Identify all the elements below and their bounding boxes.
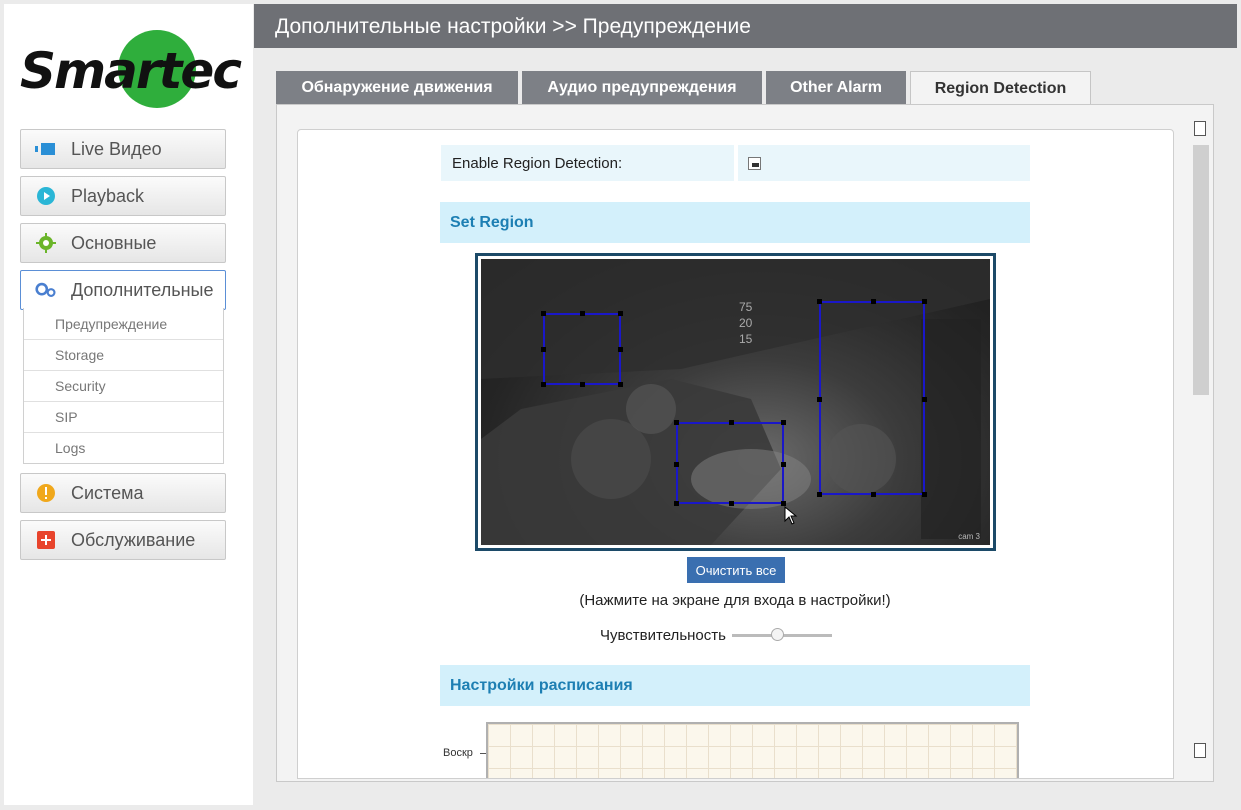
enable-region-checkbox[interactable] [748, 156, 761, 170]
tab-panel: Enable Region Detection: Set Region cam [276, 104, 1214, 782]
nav-maintenance[interactable]: Обслуживание [20, 520, 226, 560]
advanced-submenu: Предупреждение Storage Security SIP Logs [23, 308, 224, 464]
nav-label: Live Видео [71, 138, 162, 159]
schedule-day-label: Воскр [443, 747, 473, 759]
play-icon [35, 185, 57, 207]
enable-region-cell [738, 145, 1030, 181]
tab-region-detection[interactable]: Region Detection [910, 71, 1091, 106]
enable-region-label: Enable Region Detection: [441, 145, 734, 181]
scroll-down-button[interactable] [1194, 743, 1206, 758]
region-hint: (Нажмите на экране для входа в настройки… [579, 592, 891, 609]
nav-label: Основные [71, 232, 157, 253]
camera-label: cam 3 [958, 532, 980, 541]
detection-region-3[interactable] [674, 420, 786, 506]
sensitivity-slider-handle[interactable] [770, 628, 784, 641]
tab-audio-alarm[interactable]: Аудио предупреждения [522, 71, 762, 105]
scroll-thumb[interactable] [1193, 145, 1209, 395]
nav-system[interactable]: Система [20, 473, 226, 513]
nav-label: Обслуживание [71, 529, 196, 550]
panel-scrollbar[interactable] [1190, 115, 1210, 775]
schedule-grid[interactable] [486, 722, 1019, 778]
gears-icon [35, 279, 57, 301]
nav-advanced[interactable]: Дополнительные [20, 270, 226, 310]
sensitivity-slider[interactable] [731, 628, 832, 641]
submenu-storage[interactable]: Storage [24, 339, 223, 370]
submenu-sip[interactable]: SIP [24, 401, 223, 432]
settings-content: Enable Region Detection: Set Region cam [297, 129, 1174, 779]
tab-other-alarm[interactable]: Other Alarm [766, 71, 906, 105]
nav-label: Playback [71, 185, 145, 206]
video-region-editor[interactable]: cam 3 75 20 15 [475, 253, 996, 551]
nav-live-video[interactable]: Live Видео [20, 129, 226, 169]
scroll-up-button[interactable] [1194, 121, 1206, 136]
warning-icon [35, 482, 57, 504]
clear-all-button[interactable]: Очистить все [687, 557, 785, 583]
nav-label: Система [71, 482, 144, 503]
submenu-alarm[interactable]: Предупреждение [24, 308, 223, 339]
nav-label: Дополнительные [71, 279, 214, 300]
mouse-cursor-icon [784, 506, 798, 525]
detection-region-1[interactable] [541, 311, 623, 387]
sensitivity-label: Чувствительность [600, 627, 726, 644]
set-region-header: Set Region [440, 202, 1030, 243]
logo-text: Smartec [20, 42, 242, 100]
gear-icon [35, 232, 57, 254]
smartec-logo: Smartec [20, 28, 242, 110]
wall-markings: 75 20 15 [739, 300, 753, 346]
plus-icon [35, 529, 57, 551]
enable-region-row: Enable Region Detection: [441, 145, 1030, 181]
submenu-logs[interactable]: Logs [24, 432, 223, 463]
page-title: Дополнительные настройки >> Предупрежден… [275, 15, 751, 38]
tab-motion-detection[interactable]: Обнаружение движения [276, 71, 518, 105]
page-header: Дополнительные настройки >> Предупрежден… [254, 4, 1237, 48]
video-icon [35, 138, 57, 160]
detection-region-2[interactable] [817, 299, 927, 497]
camera-preview: cam 3 75 20 15 [481, 259, 990, 545]
submenu-security[interactable]: Security [24, 370, 223, 401]
schedule-header: Настройки расписания [440, 665, 1030, 706]
sensitivity-control: Чувствительность [600, 627, 832, 644]
nav-basic[interactable]: Основные [20, 223, 226, 263]
nav-playback[interactable]: Playback [20, 176, 226, 216]
